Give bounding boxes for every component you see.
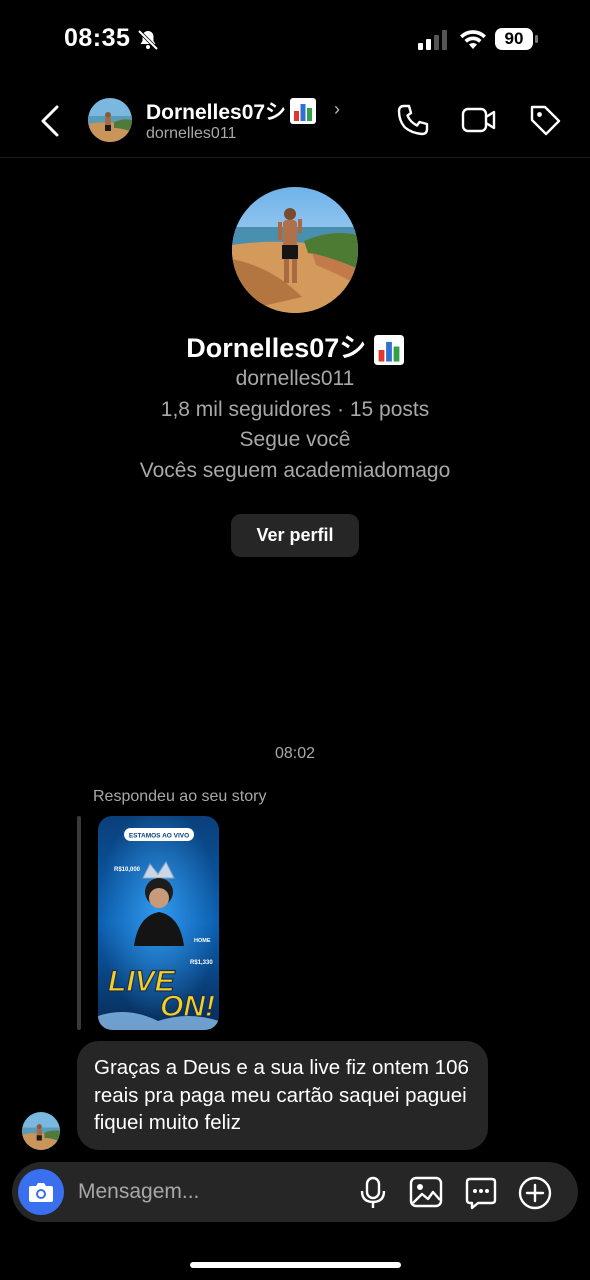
message-timestamp: 08:02 [274, 745, 316, 762]
mutual-follow-label: Vocês seguem academiadomago [139, 459, 451, 482]
camera-icon [29, 1183, 53, 1202]
message-text: Graças a Deus e a sua live fiz ontem 106… [94, 1056, 469, 1134]
header-username: dornelles011 [146, 125, 237, 142]
story-reply-label: Respondeu ao seu story [93, 788, 267, 805]
bar-chart-emoji-icon [373, 334, 404, 365]
message-bubble[interactable]: Graças a Deus e a sua live fiz ontem 106… [77, 1041, 488, 1150]
phone-call-icon[interactable] [396, 103, 430, 137]
follows-you-label: Segue você [239, 428, 351, 451]
profile-username: dornelles011 [235, 367, 355, 390]
wifi-icon [460, 30, 486, 49]
plus-circle-icon[interactable] [517, 1175, 553, 1211]
profile-name-row: Dornelles07シ [0, 326, 590, 365]
sender-avatar[interactable] [22, 1112, 60, 1150]
message-input[interactable]: Mensagem... [78, 1180, 199, 1204]
camera-button[interactable] [18, 1169, 64, 1215]
bar-chart-emoji-icon [290, 98, 317, 124]
story-thumbnail[interactable]: ESTAMOS AO VIVO R$10,000 HOME R$1,330 LI… [98, 816, 219, 1030]
header-divider [0, 157, 590, 158]
story-value-left: R$10,000 [114, 867, 141, 873]
video-call-icon[interactable] [461, 104, 497, 136]
header-name: Dornelles07シ [146, 101, 287, 124]
story-side-tag: HOME [194, 938, 211, 944]
bell-muted-icon [137, 29, 159, 51]
view-profile-button[interactable]: Ver perfil [231, 514, 359, 557]
gallery-icon[interactable] [409, 1176, 443, 1208]
cellular-signal-icon [418, 30, 447, 50]
battery-level: 90 [495, 28, 533, 50]
microphone-icon[interactable] [359, 1176, 387, 1210]
sticker-chat-icon[interactable] [464, 1176, 498, 1210]
profile-avatar[interactable] [232, 187, 358, 313]
chevron-right-icon[interactable]: › [334, 99, 340, 120]
status-time: 08:35 [64, 24, 131, 52]
battery-indicator: 90 [495, 28, 539, 52]
reply-indicator-bar [77, 816, 81, 1030]
story-value-right: R$1,330 [190, 960, 213, 966]
header-avatar[interactable] [88, 98, 132, 142]
home-indicator[interactable] [190, 1262, 401, 1268]
back-arrow-icon[interactable] [38, 104, 62, 138]
profile-stats: 1,8 mil seguidores · 15 posts [160, 398, 430, 421]
profile-name: Dornelles07シ [186, 333, 367, 363]
story-top-badge: ESTAMOS AO VIVO [129, 833, 189, 840]
tag-icon[interactable] [528, 103, 562, 137]
header-title[interactable]: Dornelles07シ [146, 96, 317, 126]
